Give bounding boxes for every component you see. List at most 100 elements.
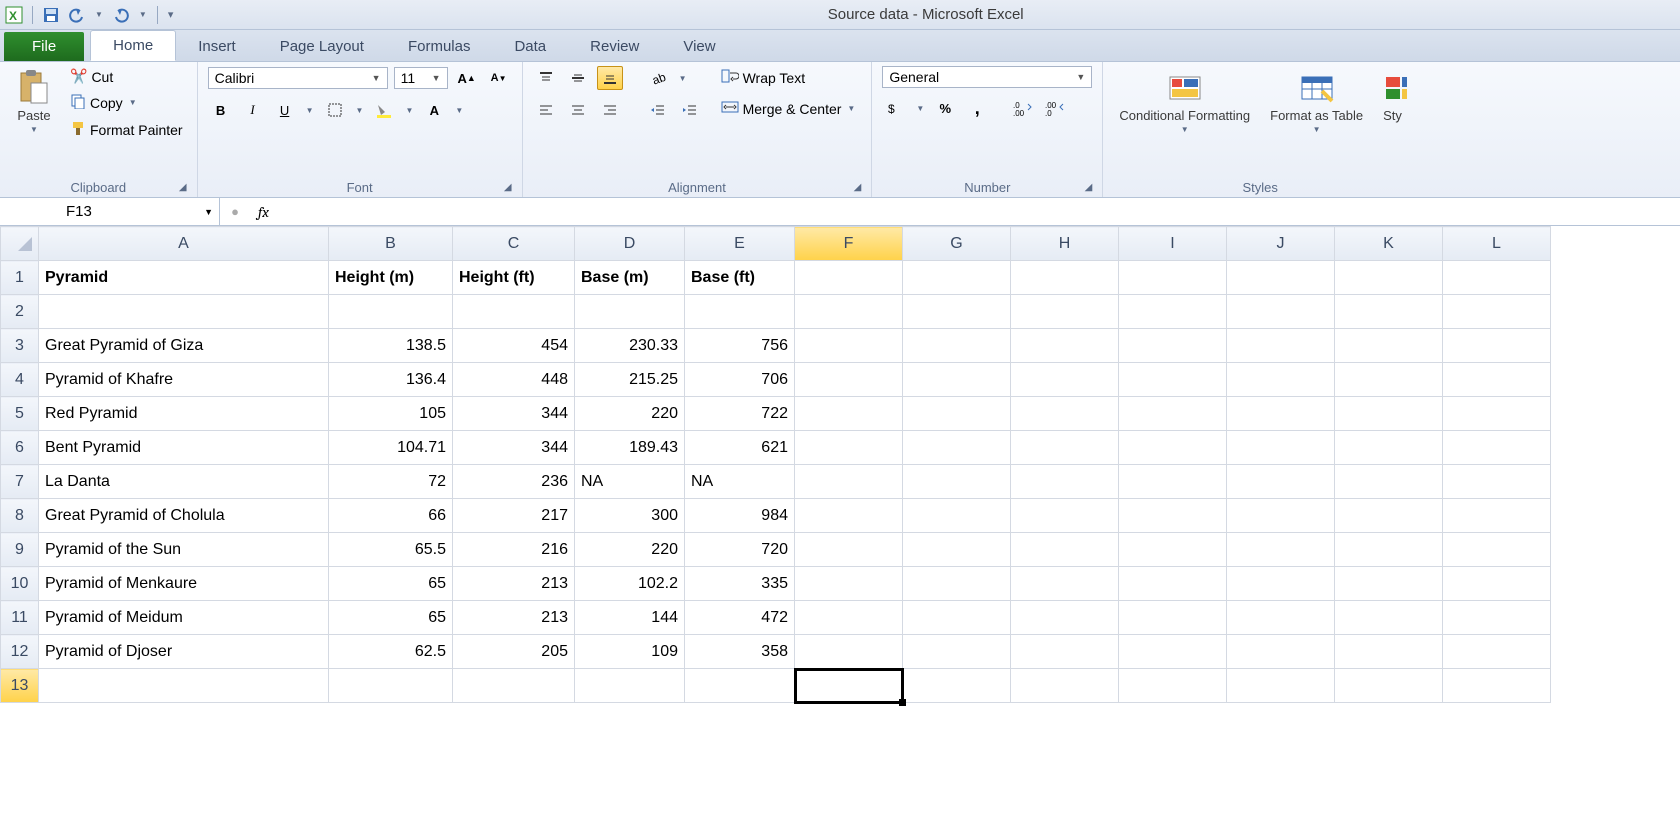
cell-I8[interactable] <box>1119 499 1227 533</box>
cell-L1[interactable] <box>1443 261 1551 295</box>
cell-A13[interactable] <box>39 669 329 703</box>
cell-B10[interactable]: 65 <box>329 567 453 601</box>
cell-E12[interactable]: 358 <box>685 635 795 669</box>
spreadsheet-grid[interactable]: ABCDEFGHIJKL1PyramidHeight (m)Height (ft… <box>0 226 1680 703</box>
cell-B1[interactable]: Height (m) <box>329 261 453 295</box>
wrap-text-button[interactable]: Wrap Text <box>717 66 862 89</box>
align-center-icon[interactable] <box>565 98 591 122</box>
cell-J8[interactable] <box>1227 499 1335 533</box>
cell-L10[interactable] <box>1443 567 1551 601</box>
cell-L5[interactable] <box>1443 397 1551 431</box>
increase-indent-icon[interactable] <box>677 98 703 122</box>
cell-F1[interactable] <box>795 261 903 295</box>
cell-I4[interactable] <box>1119 363 1227 397</box>
redo-dropdown-icon[interactable]: ▼ <box>137 10 149 19</box>
cell-C10[interactable]: 213 <box>453 567 575 601</box>
cell-E7[interactable]: NA <box>685 465 795 499</box>
cell-I9[interactable] <box>1119 533 1227 567</box>
cell-H6[interactable] <box>1011 431 1119 465</box>
tab-view[interactable]: View <box>661 32 737 61</box>
tab-home[interactable]: Home <box>90 30 176 61</box>
cell-B7[interactable]: 72 <box>329 465 453 499</box>
cell-I7[interactable] <box>1119 465 1227 499</box>
cell-K9[interactable] <box>1335 533 1443 567</box>
save-icon[interactable] <box>41 5 61 25</box>
format-painter-button[interactable]: Format Painter <box>66 118 187 141</box>
cell-G4[interactable] <box>903 363 1011 397</box>
cell-A1[interactable]: Pyramid <box>39 261 329 295</box>
cell-F10[interactable] <box>795 567 903 601</box>
column-header-C[interactable]: C <box>453 227 575 261</box>
cell-G8[interactable] <box>903 499 1011 533</box>
cell-J11[interactable] <box>1227 601 1335 635</box>
cell-G9[interactable] <box>903 533 1011 567</box>
tab-file[interactable]: File <box>4 32 84 61</box>
fx-label[interactable]: fx <box>250 203 277 221</box>
cell-I10[interactable] <box>1119 567 1227 601</box>
cell-A2[interactable] <box>39 295 329 329</box>
column-header-L[interactable]: L <box>1443 227 1551 261</box>
cell-E10[interactable]: 335 <box>685 567 795 601</box>
underline-button[interactable]: U <box>272 98 298 122</box>
cell-K4[interactable] <box>1335 363 1443 397</box>
cell-F12[interactable] <box>795 635 903 669</box>
row-header-12[interactable]: 12 <box>1 635 39 669</box>
cell-A7[interactable]: La Danta <box>39 465 329 499</box>
font-size-select[interactable]: 11▼ <box>394 67 448 89</box>
cell-J6[interactable] <box>1227 431 1335 465</box>
cell-K13[interactable] <box>1335 669 1443 703</box>
cell-B5[interactable]: 105 <box>329 397 453 431</box>
cell-D6[interactable]: 189.43 <box>575 431 685 465</box>
row-header-3[interactable]: 3 <box>1 329 39 363</box>
cell-L7[interactable] <box>1443 465 1551 499</box>
cell-C8[interactable]: 217 <box>453 499 575 533</box>
increase-font-icon[interactable]: A▲ <box>454 66 480 90</box>
cell-F9[interactable] <box>795 533 903 567</box>
cell-G12[interactable] <box>903 635 1011 669</box>
dialog-launcher-icon[interactable]: ◢ <box>504 182 512 193</box>
cell-G10[interactable] <box>903 567 1011 601</box>
cell-H1[interactable] <box>1011 261 1119 295</box>
cell-D9[interactable]: 220 <box>575 533 685 567</box>
tab-insert[interactable]: Insert <box>176 32 258 61</box>
cell-B13[interactable] <box>329 669 453 703</box>
row-header-5[interactable]: 5 <box>1 397 39 431</box>
cell-H13[interactable] <box>1011 669 1119 703</box>
cut-button[interactable]: ✂️ Cut <box>66 66 187 87</box>
row-header-1[interactable]: 1 <box>1 261 39 295</box>
cell-L8[interactable] <box>1443 499 1551 533</box>
row-header-8[interactable]: 8 <box>1 499 39 533</box>
cell-J13[interactable] <box>1227 669 1335 703</box>
cell-H11[interactable] <box>1011 601 1119 635</box>
row-header-4[interactable]: 4 <box>1 363 39 397</box>
cell-I2[interactable] <box>1119 295 1227 329</box>
column-header-F[interactable]: F <box>795 227 903 261</box>
cell-K5[interactable] <box>1335 397 1443 431</box>
percent-format-icon[interactable]: % <box>932 96 958 120</box>
cell-A6[interactable]: Bent Pyramid <box>39 431 329 465</box>
decrease-font-icon[interactable]: A▼ <box>486 66 512 90</box>
cell-A3[interactable]: Great Pyramid of Giza <box>39 329 329 363</box>
dialog-launcher-icon[interactable]: ◢ <box>1085 182 1093 193</box>
redo-icon[interactable] <box>111 5 131 25</box>
cell-J2[interactable] <box>1227 295 1335 329</box>
cell-D11[interactable]: 144 <box>575 601 685 635</box>
cell-C3[interactable]: 454 <box>453 329 575 363</box>
cell-D1[interactable]: Base (m) <box>575 261 685 295</box>
merge-center-button[interactable]: Merge & Center ▼ <box>717 97 862 120</box>
cell-A5[interactable]: Red Pyramid <box>39 397 329 431</box>
align-top-icon[interactable] <box>533 66 559 90</box>
column-header-G[interactable]: G <box>903 227 1011 261</box>
cell-A9[interactable]: Pyramid of the Sun <box>39 533 329 567</box>
tab-page-layout[interactable]: Page Layout <box>258 32 386 61</box>
cell-H2[interactable] <box>1011 295 1119 329</box>
cell-G3[interactable] <box>903 329 1011 363</box>
cell-B9[interactable]: 65.5 <box>329 533 453 567</box>
cell-J9[interactable] <box>1227 533 1335 567</box>
cell-I5[interactable] <box>1119 397 1227 431</box>
cell-E5[interactable]: 722 <box>685 397 795 431</box>
cell-L6[interactable] <box>1443 431 1551 465</box>
qat-customize-icon[interactable]: ▾ <box>166 8 176 21</box>
font-family-select[interactable]: Calibri▼ <box>208 67 388 89</box>
cell-C13[interactable] <box>453 669 575 703</box>
